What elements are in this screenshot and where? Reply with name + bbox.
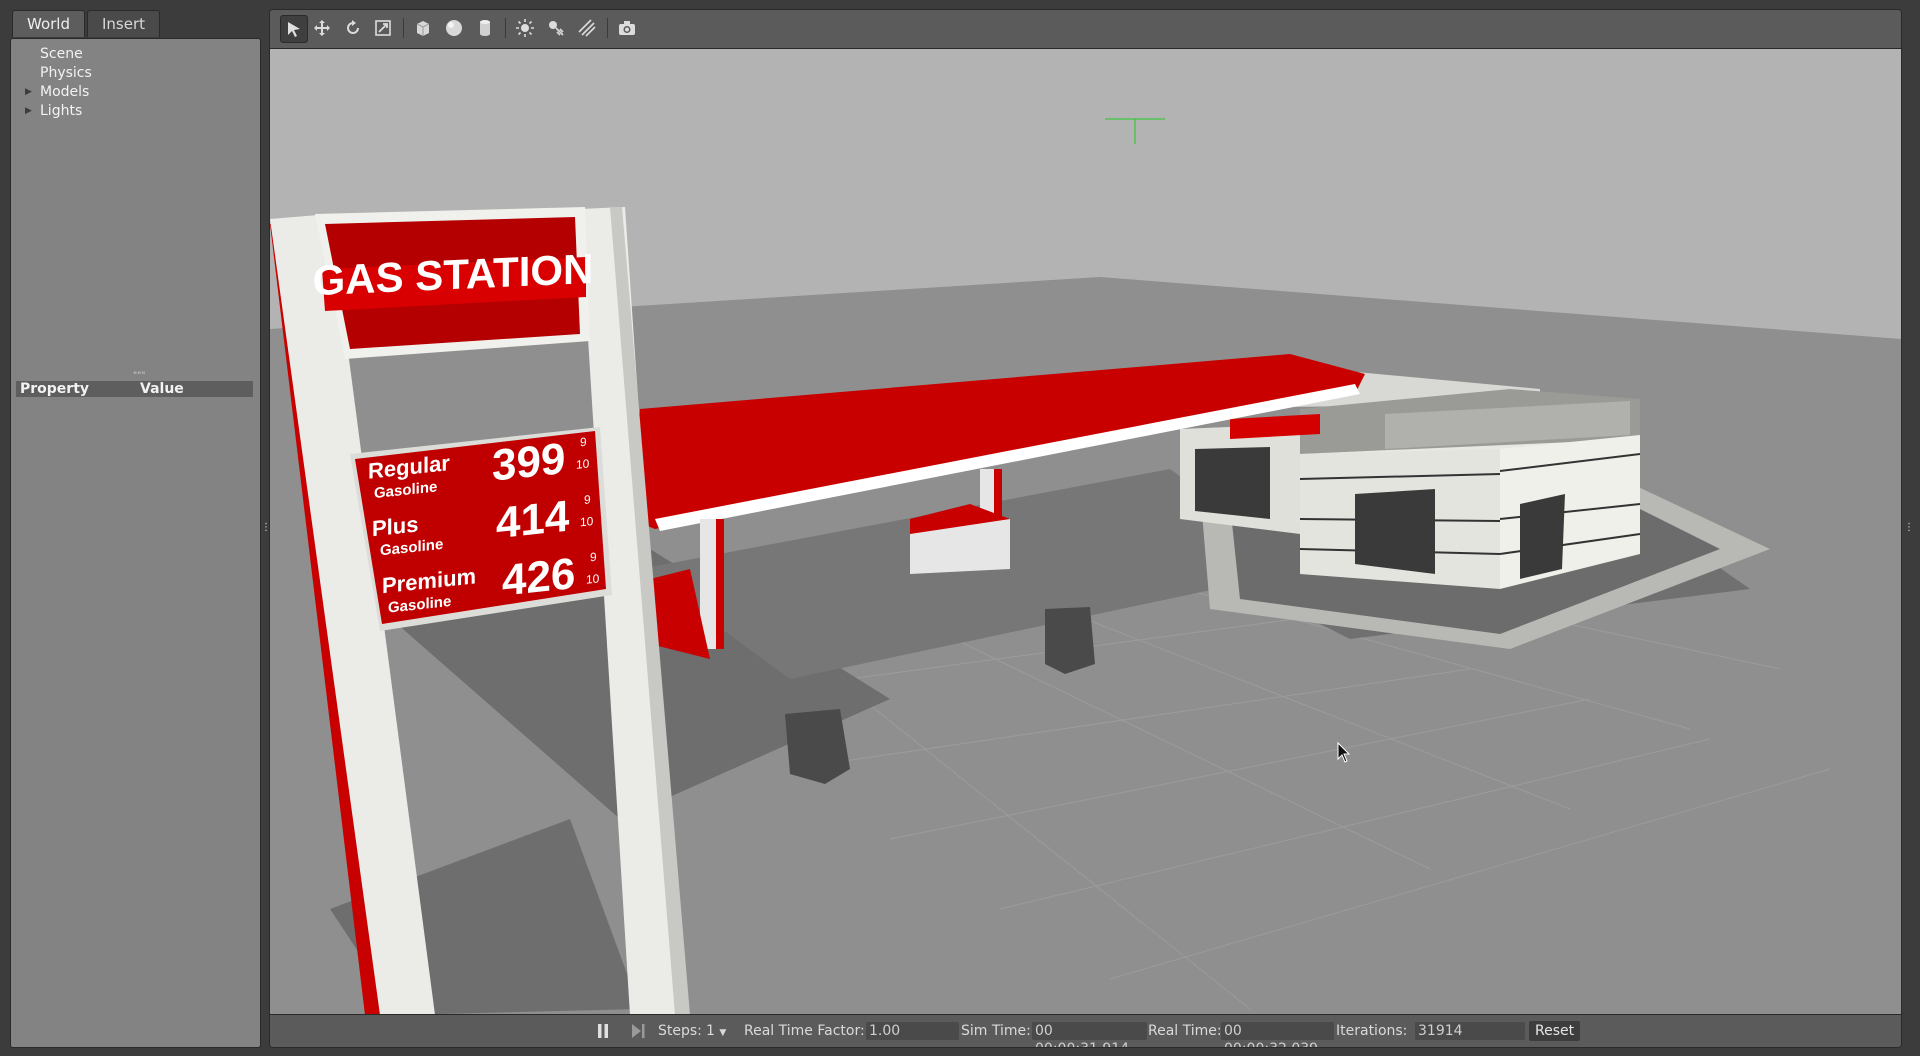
property-table-header: Property Value <box>16 381 253 397</box>
expand-arrow-icon[interactable]: ▶ <box>25 102 32 121</box>
real-time-label: Real Time: <box>1148 1023 1222 1039</box>
chevron-down-icon: ▼ <box>719 1028 727 1038</box>
tree-item-scene[interactable]: Scene <box>11 45 260 64</box>
scale-icon[interactable] <box>370 15 396 41</box>
tree-item-label: Models <box>40 84 90 100</box>
toolbar <box>270 10 1901 49</box>
tree-item-physics[interactable]: Physics <box>11 64 260 83</box>
steps-value-text: 1 <box>706 1023 715 1039</box>
price-frac-top: 9 <box>580 435 587 450</box>
status-bar: Steps: 1 ▼ Real Time Factor: 1.00 Sim Ti… <box>270 1014 1901 1047</box>
price-frac-bottom: 10 <box>586 571 600 586</box>
value-column-header: Value <box>140 381 184 397</box>
directional-light-icon[interactable] <box>574 15 600 41</box>
trash-bin <box>785 709 850 784</box>
trash-bin <box>1045 607 1095 674</box>
pause-icon <box>598 1024 608 1038</box>
tree-item-label: Physics <box>40 65 92 81</box>
left-panel-collapse-handle[interactable]: ⋮ <box>261 522 271 534</box>
toolbar-separator <box>505 18 506 38</box>
sphere-icon[interactable] <box>441 15 467 41</box>
spot-light-icon[interactable] <box>543 15 569 41</box>
3d-viewport[interactable]: GAS STATION Regular Gasoline 399 9 10 Pl… <box>270 49 1901 1015</box>
rotate-icon[interactable] <box>340 15 366 41</box>
iterations-label: Iterations: <box>1336 1023 1408 1039</box>
price-frac-top: 9 <box>584 492 591 507</box>
left-panel: Scene Physics ▶ Models ▶ Lights """ Proper… <box>10 38 261 1048</box>
price-frac-top: 9 <box>590 550 597 565</box>
scene-render: GAS STATION Regular Gasoline 399 9 10 Pl… <box>270 49 1901 1015</box>
price-value: 414 <box>496 492 570 549</box>
iterations-field: 31914 <box>1415 1022 1525 1040</box>
left-tabs: World Insert <box>12 10 162 38</box>
rtf-field: 1.00 <box>866 1022 959 1040</box>
point-light-icon[interactable] <box>512 15 538 41</box>
reset-button[interactable]: Reset <box>1529 1021 1581 1041</box>
sim-time-label: Sim Time: <box>961 1023 1031 1039</box>
screenshot-icon[interactable] <box>614 15 640 41</box>
price-grade: Plus <box>372 511 418 541</box>
steps-label: Steps: <box>658 1023 702 1039</box>
toolbar-separator <box>607 18 608 38</box>
panel-splitter-handle[interactable]: """ <box>133 372 145 381</box>
viewport-frame: GAS STATION Regular Gasoline 399 9 10 Pl… <box>269 9 1902 1048</box>
tab-world[interactable]: World <box>12 10 85 37</box>
tree-item-label: Lights <box>40 103 83 119</box>
tree-item-lights[interactable]: ▶ Lights <box>11 102 260 121</box>
pause-button[interactable] <box>596 1015 610 1047</box>
translate-icon[interactable] <box>309 15 335 41</box>
price-value: 426 <box>502 549 575 606</box>
world-tree: Scene Physics ▶ Models ▶ Lights <box>11 45 260 121</box>
cylinder-icon[interactable] <box>472 15 498 41</box>
sim-time-field: 00 00:00:31.914 <box>1032 1022 1147 1047</box>
box-icon[interactable] <box>410 15 436 41</box>
select-icon[interactable] <box>280 15 308 43</box>
tree-item-models[interactable]: ▶ Models <box>11 83 260 102</box>
right-panel-collapse-handle[interactable]: ⋮ <box>1904 522 1914 534</box>
step-forward-icon <box>632 1024 645 1038</box>
price-frac-bottom: 10 <box>580 514 594 529</box>
steps-value[interactable]: 1 ▼ <box>706 1015 726 1047</box>
price-frac-bottom: 10 <box>576 456 590 471</box>
rtf-label: Real Time Factor: <box>744 1023 865 1039</box>
toolbar-separator <box>403 18 404 38</box>
step-button[interactable] <box>630 1015 646 1047</box>
tree-item-label: Scene <box>40 46 83 62</box>
property-column-header: Property <box>20 381 90 397</box>
expand-arrow-icon[interactable]: ▶ <box>25 83 32 102</box>
tab-insert[interactable]: Insert <box>87 10 161 37</box>
real-time-field: 00 00:00:32.039 <box>1221 1022 1334 1047</box>
price-value: 399 <box>492 434 565 491</box>
